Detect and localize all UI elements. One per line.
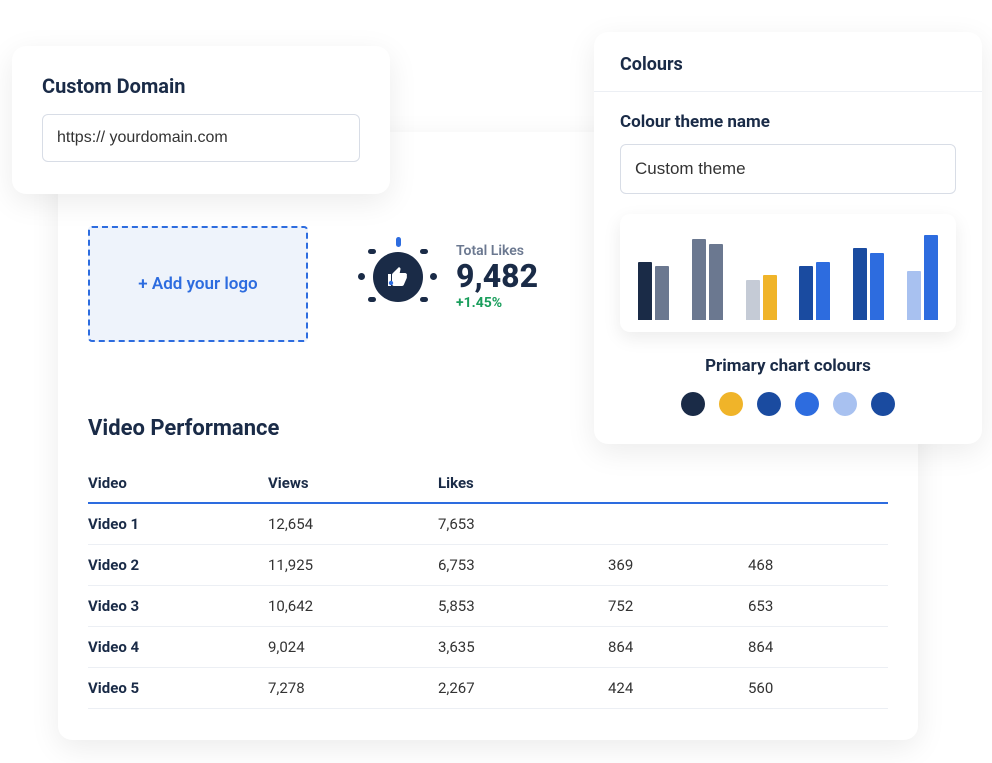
cell-views: 12,654 — [268, 503, 438, 545]
colours-card: Colours Colour theme name Primary chart … — [594, 32, 982, 444]
col-video: Video — [88, 464, 268, 503]
cell-likes: 6,753 — [438, 545, 608, 586]
bar — [638, 262, 652, 321]
colour-swatch[interactable] — [795, 392, 819, 416]
cell-c5: 560 — [748, 668, 888, 709]
table-row: Video 57,2782,267424560 — [88, 668, 888, 709]
colour-theme-input[interactable] — [620, 144, 956, 194]
cell-c5: 864 — [748, 627, 888, 668]
colour-swatch-row — [620, 392, 956, 416]
colour-swatch[interactable] — [757, 392, 781, 416]
col-views: Views — [268, 464, 438, 503]
bar-group — [795, 262, 835, 321]
cell-video: Video 2 — [88, 545, 268, 586]
bar-group — [902, 235, 942, 321]
cell-likes: 2,267 — [438, 668, 608, 709]
bar — [816, 262, 830, 321]
bar — [655, 266, 669, 320]
col-4 — [608, 464, 748, 503]
cell-likes: 5,853 — [438, 586, 608, 627]
add-logo-dropzone[interactable]: + Add your logo — [88, 226, 308, 342]
cell-views: 7,278 — [268, 668, 438, 709]
colour-swatch[interactable] — [833, 392, 857, 416]
cell-video: Video 3 — [88, 586, 268, 627]
bar-group — [741, 275, 781, 320]
bar — [709, 244, 723, 321]
cell-views: 9,024 — [268, 627, 438, 668]
bar — [870, 253, 884, 321]
primary-chart-colours-title: Primary chart colours — [620, 356, 956, 376]
cell-views: 10,642 — [268, 586, 438, 627]
bar-group — [634, 262, 674, 321]
video-performance-table: Video Views Likes Video 112,6547,653Vide… — [88, 464, 888, 709]
bar — [763, 275, 777, 320]
bar — [907, 271, 921, 321]
cell-likes: 3,635 — [438, 627, 608, 668]
bar — [924, 235, 938, 321]
custom-domain-title: Custom Domain — [42, 74, 360, 98]
custom-domain-input[interactable] — [42, 114, 360, 162]
total-likes-delta: +1.45% — [456, 295, 538, 311]
bar — [853, 248, 867, 320]
cell-c4 — [608, 503, 748, 545]
table-row: Video 49,0243,635864864 — [88, 627, 888, 668]
cell-c4: 369 — [608, 545, 748, 586]
table-row: Video 310,6425,853752653 — [88, 586, 888, 627]
cell-likes: 7,653 — [438, 503, 608, 545]
bar — [746, 280, 760, 321]
colour-swatch[interactable] — [681, 392, 705, 416]
cell-views: 11,925 — [268, 545, 438, 586]
video-performance-title: Video Performance — [88, 416, 279, 441]
cell-c4: 424 — [608, 668, 748, 709]
cell-video: Video 1 — [88, 503, 268, 545]
col-5 — [748, 464, 888, 503]
total-likes-block: Total Likes 9,482 +1.45% — [358, 237, 538, 317]
add-logo-label: + Add your logo — [138, 274, 257, 294]
bar — [692, 239, 706, 320]
thumbs-up-icon — [358, 237, 438, 317]
cell-video: Video 4 — [88, 627, 268, 668]
colours-panel-title: Colours — [594, 32, 982, 92]
colour-swatch[interactable] — [871, 392, 895, 416]
bar-group — [849, 248, 889, 320]
total-likes-value: 9,482 — [456, 259, 538, 294]
cell-c5: 468 — [748, 545, 888, 586]
col-likes: Likes — [438, 464, 608, 503]
colour-chart-preview — [620, 214, 956, 332]
table-row: Video 211,9256,753369468 — [88, 545, 888, 586]
colour-swatch[interactable] — [719, 392, 743, 416]
table-header-row: Video Views Likes — [88, 464, 888, 503]
cell-video: Video 5 — [88, 668, 268, 709]
cell-c4: 752 — [608, 586, 748, 627]
bar-group — [688, 239, 728, 320]
bar — [799, 266, 813, 320]
custom-domain-card: Custom Domain — [12, 46, 390, 194]
colour-theme-label: Colour theme name — [620, 112, 956, 132]
cell-c5: 653 — [748, 586, 888, 627]
cell-c4: 864 — [608, 627, 748, 668]
table-row: Video 112,6547,653 — [88, 503, 888, 545]
cell-c5 — [748, 503, 888, 545]
